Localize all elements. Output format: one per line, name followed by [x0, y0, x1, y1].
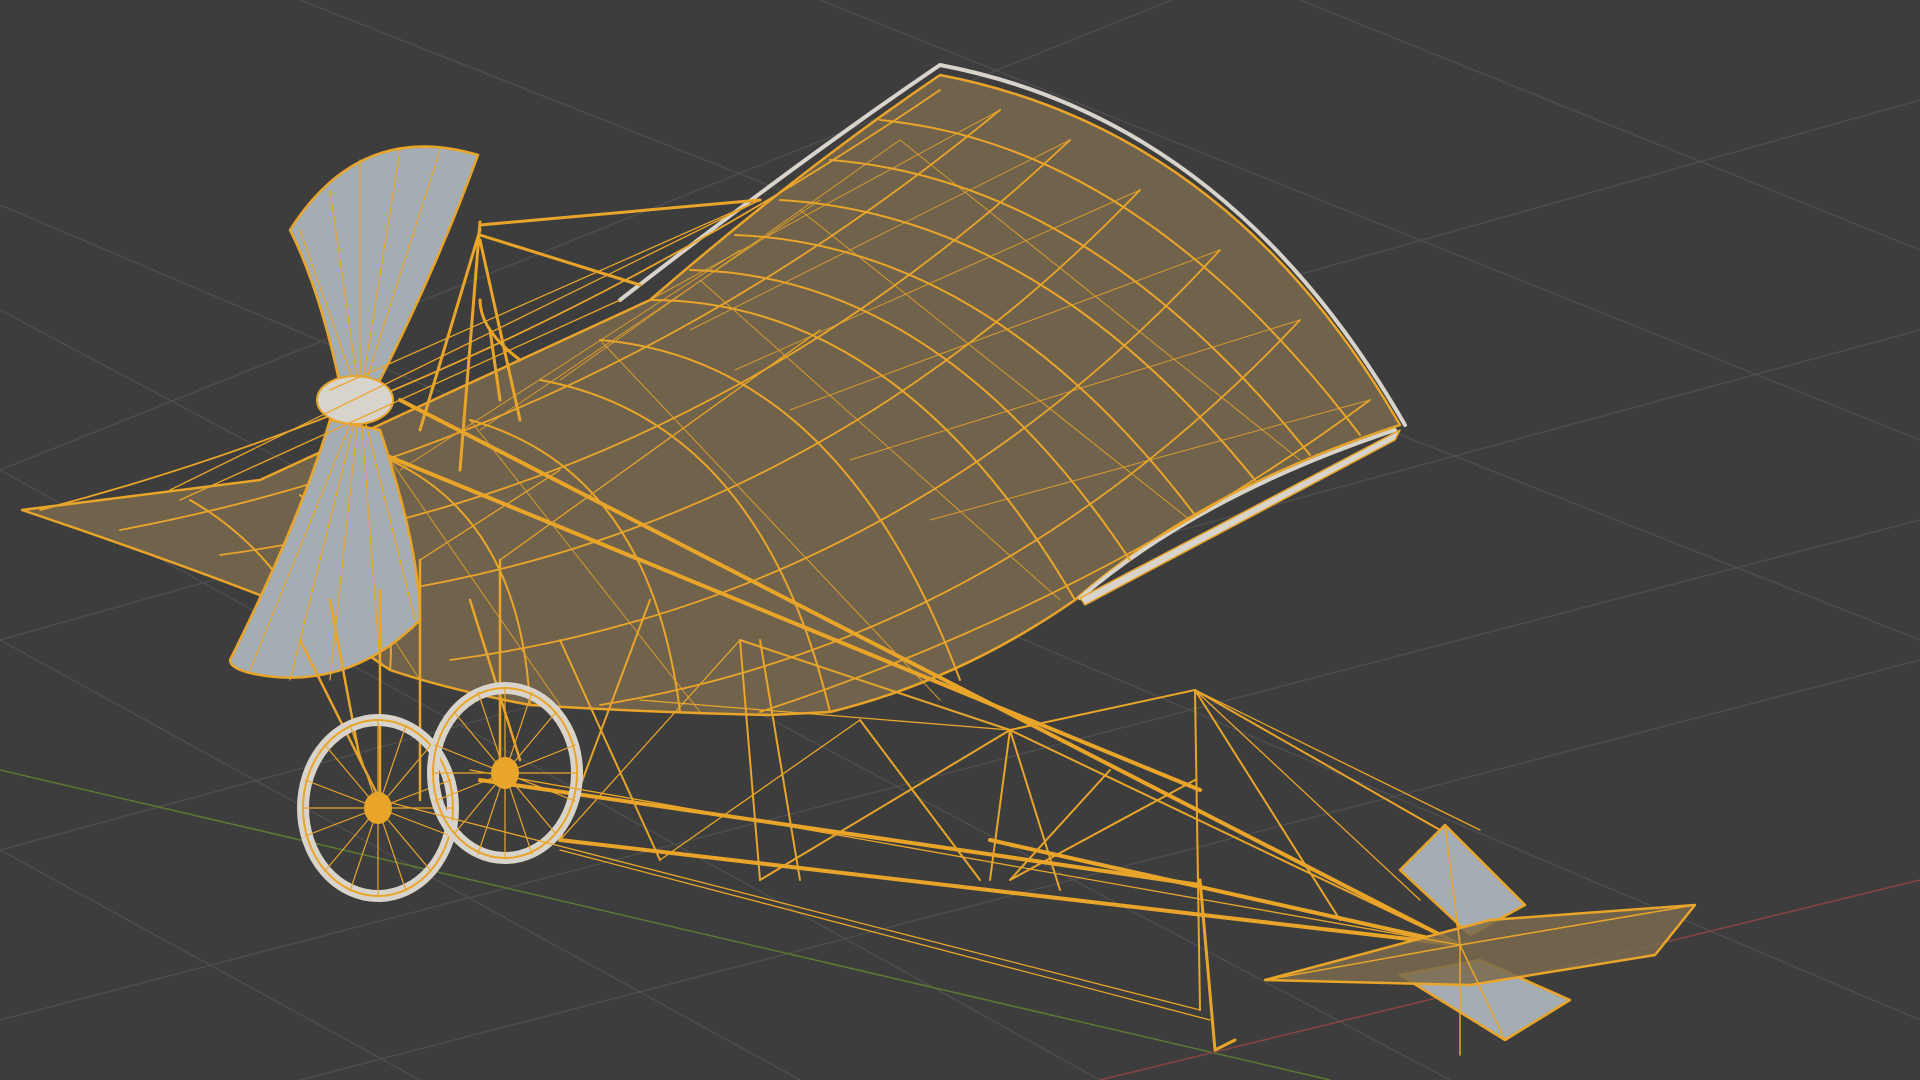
propeller-hub[interactable] [316, 375, 394, 425]
viewport-scene[interactable] [0, 0, 1920, 1080]
3d-viewport[interactable] [0, 0, 1920, 1080]
propeller-blade-top[interactable] [288, 145, 480, 387]
y-axis-line [0, 769, 1331, 1080]
monoplane-model[interactable] [20, 63, 1697, 1056]
wing-surface[interactable] [20, 73, 1402, 717]
tail-assembly[interactable] [1263, 823, 1697, 1056]
tail-skid [1198, 878, 1237, 1052]
grid-line [1299, 0, 1920, 251]
